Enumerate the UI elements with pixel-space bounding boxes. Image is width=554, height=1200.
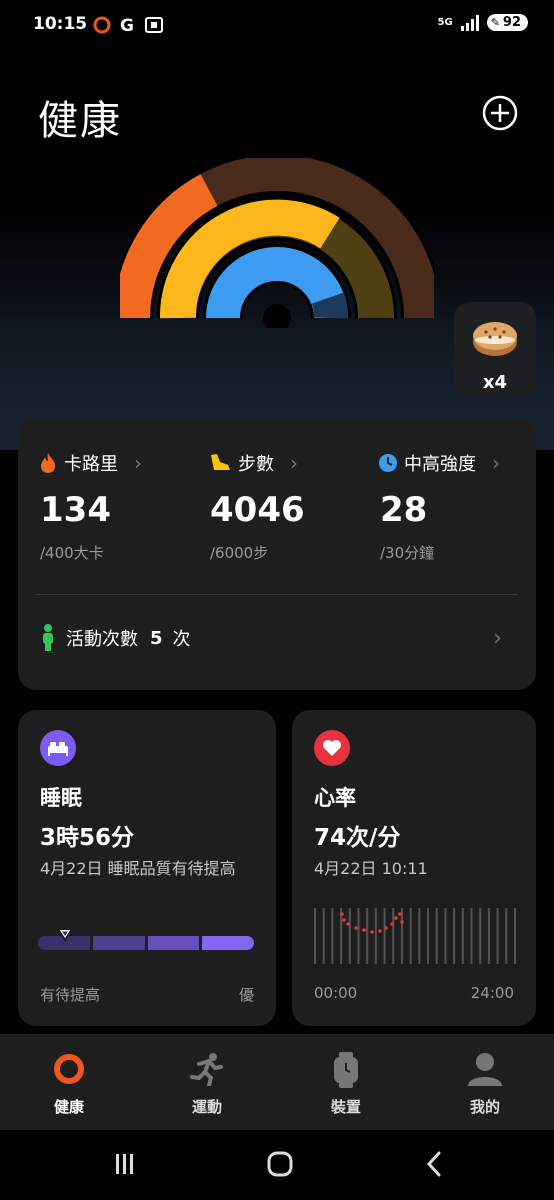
chevron-right-icon: › <box>290 451 298 475</box>
sleep-seg-4 <box>202 936 254 950</box>
activity-summary-card[interactable]: 卡路里 › 134 /400大卡 步數 › 4046 /6000步 中高強度 ›… <box>18 418 536 690</box>
hr-point <box>340 912 344 916</box>
heart-time: 4月22日 10:11 <box>314 859 428 878</box>
activity-count-row[interactable]: 活動次數 5 次 <box>40 624 191 652</box>
hr-point <box>370 930 374 934</box>
nav-device[interactable]: 裝置 <box>277 1034 415 1130</box>
nav-workout[interactable]: 運動 <box>138 1034 276 1130</box>
hr-point <box>384 926 388 930</box>
nav-workout-label: 運動 <box>191 1098 222 1116</box>
page-title: 健康 <box>38 98 122 144</box>
hr-point <box>362 928 366 932</box>
hr-point <box>354 926 358 930</box>
home-button[interactable] <box>266 1150 294 1178</box>
battery-saver-icon: ✎ <box>490 16 500 29</box>
hr-point <box>390 922 394 926</box>
hr-point <box>342 918 346 922</box>
health-ring-icon <box>54 1054 84 1084</box>
hr-point <box>378 929 382 933</box>
system-navigation-bar <box>0 1130 554 1200</box>
heart-title: 心率 <box>314 786 356 810</box>
sleep-marker-icon <box>56 928 74 942</box>
hr-point <box>400 920 404 924</box>
sleep-title: 睡眠 <box>40 786 82 810</box>
add-button[interactable] <box>482 95 518 131</box>
steps-target: /6000步 <box>210 544 269 562</box>
heart-rate-chart <box>314 908 516 964</box>
hr-point <box>346 922 350 926</box>
profile-icon <box>468 1053 502 1086</box>
calorie-label: 卡路里 <box>64 454 118 475</box>
activity-unit: 次 <box>172 629 191 650</box>
battery-indicator: ✎ 92 <box>486 14 528 31</box>
sleep-scale-low: 有待提高 <box>40 986 101 1004</box>
status-right: 5G ✎ 92 <box>438 14 528 31</box>
cookie-icon <box>473 322 517 356</box>
heart-icon <box>314 730 350 766</box>
recent-apps-button[interactable] <box>114 1152 136 1176</box>
nav-profile-label: 我的 <box>469 1098 500 1116</box>
nav-device-label: 裝置 <box>330 1098 361 1116</box>
heart-rate-card[interactable]: 心率 74次/分 4月22日 10:11 00:00 24:00 <box>292 710 536 1026</box>
reward-card[interactable]: x4 <box>454 302 536 396</box>
sleep-duration: 3時56分 <box>40 825 135 851</box>
heart-value: 74次/分 <box>314 825 401 851</box>
activity-label: 活動次數 <box>66 629 138 650</box>
intensity-label: 中高強度 <box>404 454 476 475</box>
activity-rings[interactable] <box>120 158 434 328</box>
network-label: 5G <box>437 16 453 28</box>
clock-icon <box>379 454 397 472</box>
bed-icon <box>40 730 76 766</box>
reward-count: x4 <box>482 372 508 393</box>
calorie-value: 134 <box>40 490 111 530</box>
chevron-right-icon: › <box>492 451 500 475</box>
ring-notification-icon <box>93 16 111 34</box>
calorie-target: /400大卡 <box>40 544 104 562</box>
intensity-target: /30分鐘 <box>380 544 435 562</box>
flame-icon <box>41 453 55 473</box>
sleep-scale-high: 優 <box>238 986 254 1004</box>
notification-icons: G <box>92 15 164 35</box>
chevron-right-icon: › <box>134 451 142 475</box>
hr-point <box>394 916 398 920</box>
heart-x-start: 00:00 <box>314 984 358 1002</box>
status-time: 10:15 <box>33 14 88 34</box>
sleep-seg-2 <box>92 936 145 950</box>
watch-icon <box>334 1052 358 1088</box>
person-icon <box>43 624 53 651</box>
svg-text:G: G <box>120 16 134 35</box>
battery-level: 92 <box>502 15 521 30</box>
sleep-seg-3 <box>147 936 200 950</box>
shoe-icon <box>211 454 230 470</box>
back-button[interactable] <box>424 1150 444 1178</box>
divider <box>36 594 518 595</box>
steps-value: 4046 <box>210 490 305 530</box>
running-icon <box>190 1053 223 1086</box>
heart-x-end: 24:00 <box>470 984 514 1002</box>
nav-profile[interactable]: 我的 <box>416 1034 554 1130</box>
chevron-right-icon[interactable]: › <box>493 626 502 651</box>
google-icon: G <box>120 16 134 35</box>
nav-health[interactable]: 健康 <box>0 1034 138 1130</box>
sleep-card[interactable]: 睡眠 3時56分 4月22日 睡眠品質有待提高 有待提高 優 <box>18 710 276 1026</box>
steps-label: 步數 <box>238 454 274 475</box>
screenshot-icon <box>145 17 163 33</box>
sleep-note: 4月22日 睡眠品質有待提高 <box>40 859 236 878</box>
intensity-value: 28 <box>380 490 428 530</box>
bottom-navigation: 健康 運動 裝置 我的 <box>0 1034 554 1130</box>
activity-count: 5 <box>150 627 163 649</box>
hr-point <box>398 912 402 916</box>
signal-icon <box>460 14 479 31</box>
nav-health-label: 健康 <box>53 1098 84 1116</box>
